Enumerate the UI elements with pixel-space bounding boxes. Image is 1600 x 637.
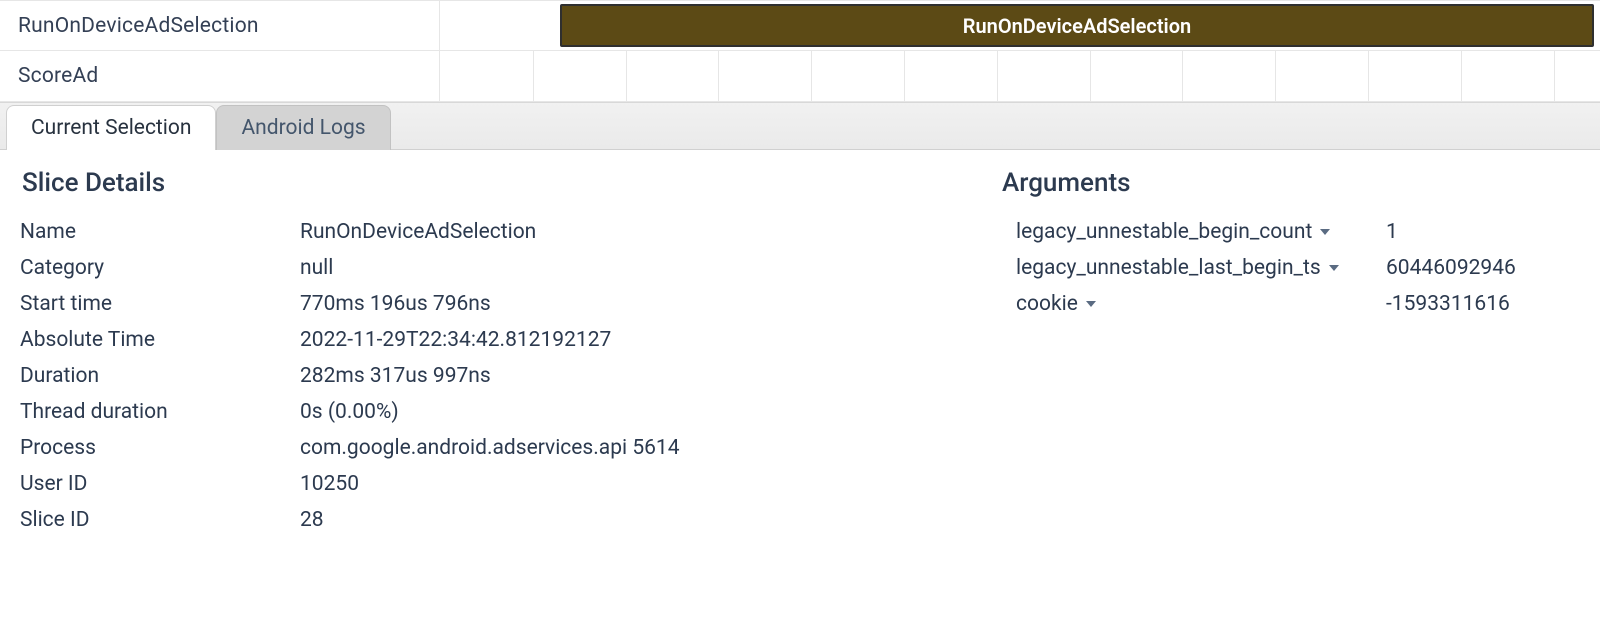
slice-details-column: Slice Details Name RunOnDeviceAdSelectio…	[20, 168, 940, 538]
arg-row: cookie -1593311616	[1000, 286, 1560, 322]
trace-slice-run-on-device-ad-selection[interactable]: RunOnDeviceAdSelection	[560, 4, 1594, 47]
kv-label: Start time	[20, 292, 300, 316]
kv-label: Duration	[20, 364, 300, 388]
arg-key-text: legacy_unnestable_begin_count	[1016, 220, 1312, 244]
kv-value: 2022-11-29T22:34:42.812192127	[300, 328, 940, 352]
kv-label: Category	[20, 256, 300, 280]
details-panel: Slice Details Name RunOnDeviceAdSelectio…	[0, 150, 1600, 568]
kv-label: Absolute Time	[20, 328, 300, 352]
kv-label: Process	[20, 436, 300, 460]
arg-key[interactable]: legacy_unnestable_last_begin_ts	[1016, 256, 1386, 280]
kv-row-absolute-time: Absolute Time 2022-11-29T22:34:42.812192…	[20, 322, 940, 358]
kv-value: 0s (0.00%)	[300, 400, 940, 424]
timeline-gridlines	[440, 51, 1600, 101]
track-label-score-ad[interactable]: ScoreAd	[0, 51, 440, 101]
arguments-column: Arguments legacy_unnestable_begin_count …	[1000, 168, 1560, 538]
arg-key-text: legacy_unnestable_last_begin_ts	[1016, 256, 1321, 280]
timeline-tracks: RunOnDeviceAdSelection RunOnDeviceAdSele…	[0, 0, 1600, 102]
details-tab-bar: Current Selection Android Logs	[0, 102, 1600, 150]
kv-row-duration: Duration 282ms 317us 997ns	[20, 358, 940, 394]
caret-down-icon	[1320, 229, 1330, 235]
arg-key[interactable]: cookie	[1016, 292, 1386, 316]
arguments-title: Arguments	[1002, 168, 1560, 198]
kv-value: 28	[300, 508, 940, 532]
kv-row-slice-id: Slice ID 28	[20, 502, 940, 538]
tab-current-selection[interactable]: Current Selection	[6, 105, 216, 150]
arg-key-text: cookie	[1016, 292, 1078, 316]
kv-row-name: Name RunOnDeviceAdSelection	[20, 214, 940, 250]
kv-value: RunOnDeviceAdSelection	[300, 220, 940, 244]
kv-label: Slice ID	[20, 508, 300, 532]
track-content[interactable]	[440, 51, 1600, 101]
kv-label: Thread duration	[20, 400, 300, 424]
arg-value: -1593311616	[1386, 292, 1510, 316]
arg-value: 60446092946	[1386, 256, 1516, 280]
track-label-run-on-device-ad-selection[interactable]: RunOnDeviceAdSelection	[0, 1, 440, 50]
caret-down-icon	[1086, 301, 1096, 307]
arg-value: 1	[1386, 220, 1398, 244]
kv-value: 10250	[300, 472, 940, 496]
kv-value: null	[300, 256, 940, 280]
arg-row: legacy_unnestable_begin_count 1	[1000, 214, 1560, 250]
slice-details-title: Slice Details	[22, 168, 940, 198]
kv-label: Name	[20, 220, 300, 244]
kv-value: 282ms 317us 997ns	[300, 364, 940, 388]
kv-row-process: Process com.google.android.adservices.ap…	[20, 430, 940, 466]
caret-down-icon	[1329, 265, 1339, 271]
kv-label: User ID	[20, 472, 300, 496]
arg-key[interactable]: legacy_unnestable_begin_count	[1016, 220, 1386, 244]
kv-row-start-time: Start time 770ms 196us 796ns	[20, 286, 940, 322]
kv-row-user-id: User ID 10250	[20, 466, 940, 502]
arg-row: legacy_unnestable_last_begin_ts 60446092…	[1000, 250, 1560, 286]
kv-value: com.google.android.adservices.api 5614	[300, 436, 940, 460]
track-content[interactable]: RunOnDeviceAdSelection	[440, 1, 1600, 50]
kv-row-category: Category null	[20, 250, 940, 286]
kv-row-thread-duration: Thread duration 0s (0.00%)	[20, 394, 940, 430]
track-row: ScoreAd	[0, 51, 1600, 101]
kv-value: 770ms 196us 796ns	[300, 292, 940, 316]
track-row: RunOnDeviceAdSelection RunOnDeviceAdSele…	[0, 1, 1600, 51]
tab-android-logs[interactable]: Android Logs	[216, 105, 390, 150]
